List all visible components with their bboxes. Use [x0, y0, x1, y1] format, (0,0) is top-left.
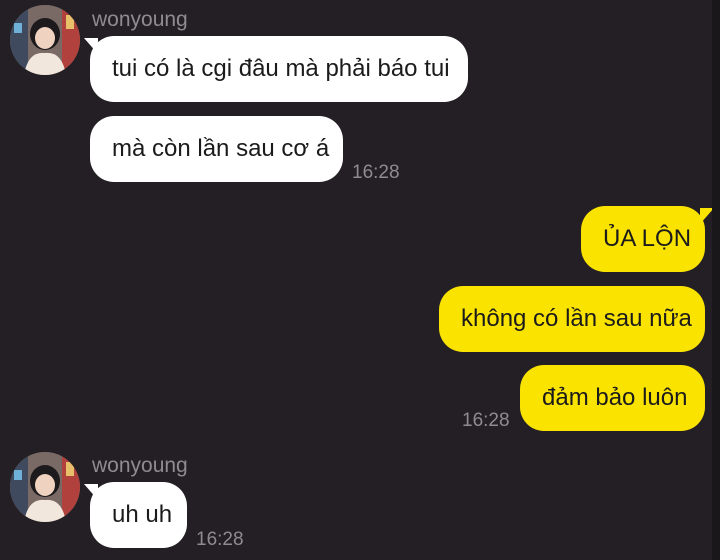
outgoing-message-bubble[interactable]: không có lần sau nữa	[439, 286, 705, 352]
incoming-message-bubble[interactable]: uh uh	[90, 482, 187, 548]
message-timestamp: 16:28	[352, 162, 400, 183]
scroll-edge	[712, 0, 720, 560]
message-timestamp: 16:28	[196, 529, 244, 550]
sender-name: wonyoung	[92, 8, 188, 31]
message-timestamp: 16:28	[462, 410, 510, 431]
sender-avatar[interactable]	[10, 5, 80, 75]
incoming-message-bubble[interactable]: mà còn lần sau cơ á	[90, 116, 343, 182]
outgoing-message-bubble[interactable]: đảm bảo luôn	[520, 365, 705, 431]
sender-avatar[interactable]	[10, 452, 80, 522]
outgoing-message-bubble[interactable]: ỦA LỘN	[581, 206, 705, 272]
sender-name: wonyoung	[92, 454, 188, 477]
incoming-message-bubble[interactable]: tui có là cgi đâu mà phải báo tui	[90, 36, 468, 102]
profile-photo-avatar-icon	[10, 5, 80, 75]
profile-photo-avatar-icon	[10, 452, 80, 522]
